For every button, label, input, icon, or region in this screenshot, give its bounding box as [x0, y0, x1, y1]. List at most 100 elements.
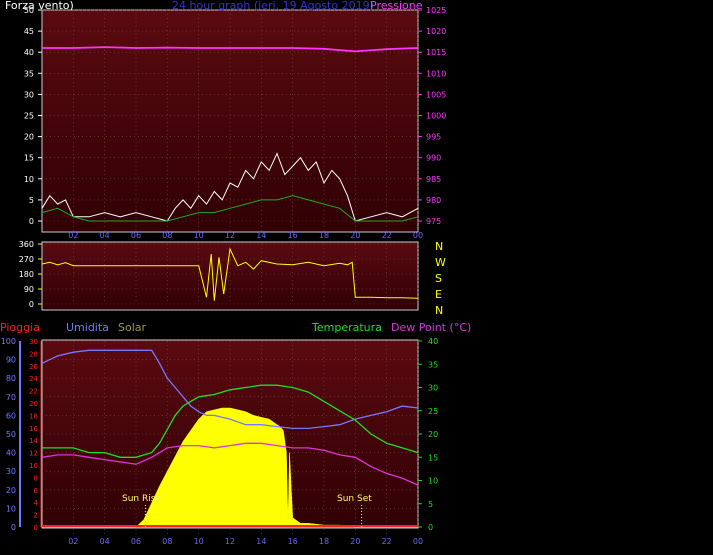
pressure-tick-label: 980 [426, 196, 441, 205]
humidity-tick-label: 10 [6, 504, 16, 513]
pressure-tick-label: 995 [426, 133, 441, 142]
hour-tick-label: 02 [68, 231, 78, 240]
direction-tick-label: 180 [19, 270, 34, 279]
humidity-tick-label: 70 [6, 393, 16, 402]
temp-tick-label: 30 [428, 384, 438, 393]
humidity-tick-label: 90 [6, 356, 16, 365]
weather-graph: 0510152025303540455097598098599099510001… [0, 0, 471, 546]
hour-tick-label: 06 [131, 537, 141, 546]
chart-title: 24 hour graph (ieri, 19 Agosto 2019) [172, 0, 374, 12]
pressure-tick-label: 975 [426, 217, 441, 226]
direction-tick-label: 90 [24, 285, 34, 294]
rain-tick-label: 24 [29, 375, 38, 383]
rain-tick-label: 18 [29, 412, 38, 420]
rain-tick-label: 22 [29, 388, 38, 396]
hour-tick-label: 00 [413, 537, 423, 546]
dewpoint-label: Dew Point (°C) [391, 321, 471, 334]
compass-n-bottom: N [435, 304, 443, 317]
rain-tick-label: 0 [34, 524, 38, 532]
rain-tick-label: 12 [29, 450, 38, 458]
direction-tick-label: 0 [29, 300, 34, 309]
hour-tick-label: 18 [319, 537, 329, 546]
humidity-tick-label: 50 [6, 430, 16, 439]
wind-tick-label: 45 [24, 27, 34, 36]
rain-tick-label: 4 [34, 499, 39, 507]
compass-w: W [435, 256, 446, 269]
hour-tick-label: 22 [382, 537, 392, 546]
humidity-tick-label: 40 [6, 449, 16, 458]
hour-tick-label: 20 [350, 537, 360, 546]
humidity-tick-label: 30 [6, 467, 16, 476]
compass-e: E [435, 288, 442, 301]
wind-tick-label: 35 [24, 69, 34, 78]
rain-tick-label: 30 [29, 338, 38, 346]
wind-tick-label: 20 [24, 133, 34, 142]
pressure-title: Pressione [370, 0, 423, 12]
hour-tick-label: 12 [225, 537, 235, 546]
temperature-label: Temperatura [311, 321, 382, 334]
humidity-tick-label: 20 [6, 486, 16, 495]
hour-tick-label: 08 [162, 537, 172, 546]
solar-label: Solar [118, 321, 147, 334]
wind-tick-label: 10 [24, 175, 34, 184]
temp-tick-label: 10 [428, 477, 438, 486]
pressure-tick-label: 985 [426, 175, 441, 184]
rain-tick-label: 10 [29, 462, 38, 470]
hour-tick-label: 10 [194, 231, 204, 240]
hour-tick-label: 16 [288, 537, 298, 546]
rain-tick-label: 6 [34, 487, 39, 495]
hour-tick-label: 04 [100, 231, 110, 240]
rain-label: Pioggia [0, 321, 40, 334]
pressure-tick-label: 1025 [426, 6, 446, 15]
rain-tick-label: 2 [34, 512, 38, 520]
temp-tick-label: 5 [428, 500, 433, 509]
pressure-tick-label: 990 [426, 154, 441, 163]
temp-tick-label: 0 [428, 523, 433, 532]
wind-tick-label: 0 [29, 217, 34, 226]
hour-tick-label: 06 [131, 231, 141, 240]
temp-tick-label: 35 [428, 360, 438, 369]
pressure-tick-label: 1015 [426, 48, 446, 57]
pressure-tick-label: 1020 [426, 27, 446, 36]
pressure-tick-label: 1010 [426, 69, 446, 78]
wind-speed-title: Forza vento) [5, 0, 74, 12]
sunrise-label: Sun Rise [122, 494, 161, 504]
hour-tick-label: 18 [319, 231, 329, 240]
direction-tick-label: 270 [19, 255, 34, 264]
hour-tick-label: 10 [194, 537, 204, 546]
rain-tick-label: 14 [29, 437, 38, 445]
pressure-tick-label: 1005 [426, 90, 446, 99]
wind-tick-label: 40 [24, 48, 34, 57]
sunset-label: Sun Set [337, 494, 372, 504]
wind-tick-label: 25 [24, 112, 34, 121]
humidity-tick-label: 80 [6, 374, 16, 383]
hour-tick-label: 00 [413, 231, 423, 240]
humidity-tick-label: 100 [1, 337, 16, 346]
hour-tick-label: 12 [225, 231, 235, 240]
rain-tick-label: 28 [29, 350, 38, 358]
wind-tick-label: 30 [24, 90, 34, 99]
hour-tick-label: 16 [288, 231, 298, 240]
hour-tick-label: 20 [350, 231, 360, 240]
temp-tick-label: 20 [428, 430, 438, 439]
rain-tick-label: 8 [34, 474, 38, 482]
compass-n-top: N [435, 240, 443, 253]
rain-tick-label: 20 [29, 400, 38, 408]
humidity-tick-label: 60 [6, 411, 16, 420]
rain-tick-label: 26 [29, 363, 38, 371]
compass-s: S [435, 272, 442, 285]
hour-tick-label: 02 [68, 537, 78, 546]
temp-tick-label: 15 [428, 453, 438, 462]
temp-tick-label: 25 [428, 407, 438, 416]
hour-tick-label: 14 [256, 231, 266, 240]
humidity-label: Umidita [66, 321, 109, 334]
pressure-tick-label: 1000 [426, 112, 446, 121]
wind-tick-label: 5 [29, 196, 34, 205]
humidity-tick-label: 0 [11, 523, 16, 532]
wind-tick-label: 15 [24, 154, 34, 163]
rain-tick-label: 16 [29, 425, 38, 433]
hour-tick-label: 22 [382, 231, 392, 240]
hour-tick-label: 14 [256, 537, 266, 546]
hour-tick-label: 08 [162, 231, 172, 240]
temp-tick-label: 40 [428, 337, 438, 346]
